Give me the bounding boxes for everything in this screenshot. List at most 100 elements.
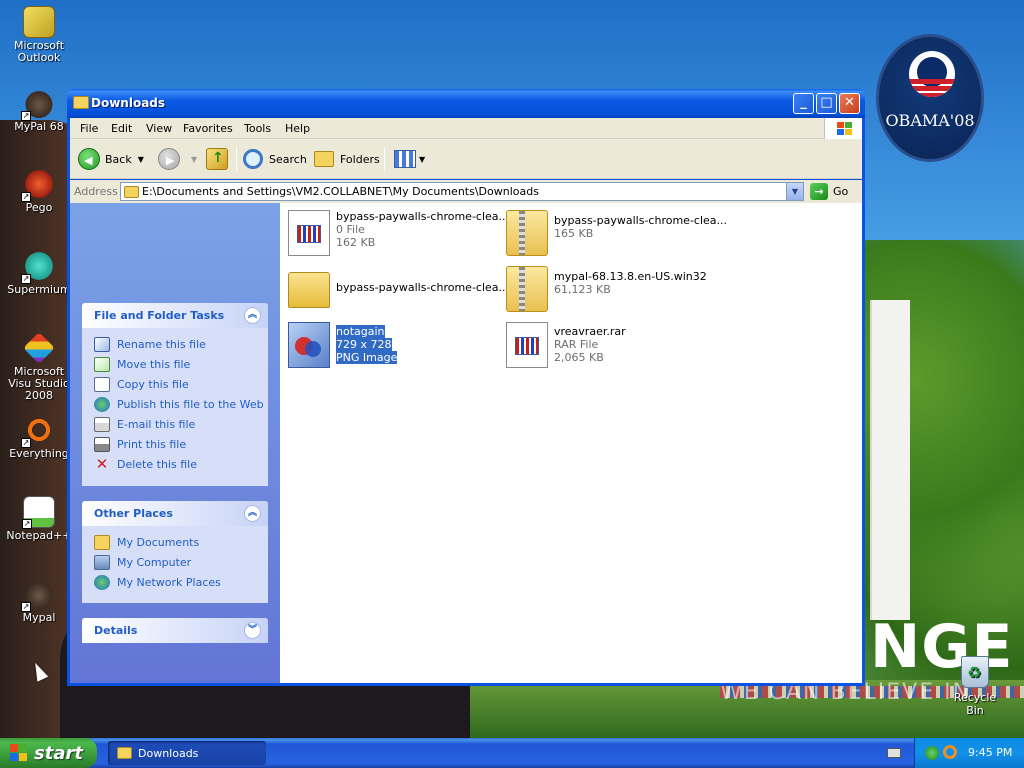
- chevron-down-icon[interactable]: ▼: [138, 155, 144, 164]
- my-documents-link[interactable]: My Documents: [94, 532, 268, 552]
- file-item[interactable]: bypass-paywalls-chrome-clea... 165 KB: [498, 208, 727, 258]
- expand-icon[interactable]: ︾: [244, 622, 261, 639]
- image-file-icon: [288, 322, 330, 368]
- file-item[interactable]: bypass-paywalls-chrome-clea... 0 File 16…: [280, 208, 509, 258]
- delete-file-link[interactable]: ✕ Delete this file: [94, 454, 268, 474]
- desktop-icon-outlook[interactable]: Microsoft Outlook: [1, 6, 77, 64]
- email-file-link[interactable]: E-mail this file: [94, 414, 268, 434]
- desktop-icon-mypal68[interactable]: ↗ MyPal 68: [1, 87, 77, 133]
- file-list: bypass-paywalls-chrome-clea... 0 File 16…: [280, 203, 862, 683]
- collapse-icon[interactable]: ︽: [244, 505, 261, 522]
- my-network-places-link[interactable]: My Network Places: [94, 572, 268, 592]
- menu-edit[interactable]: Edit: [111, 122, 132, 135]
- close-button[interactable]: ✕: [839, 93, 860, 114]
- link-label: Delete this file: [117, 457, 197, 471]
- chevron-down-icon[interactable]: ▼: [419, 155, 425, 164]
- go-button[interactable]: → Go: [810, 183, 848, 200]
- address-dropdown-button[interactable]: ▼: [786, 183, 803, 200]
- my-computer-link[interactable]: My Computer: [94, 552, 268, 572]
- file-info: 165 KB: [554, 227, 594, 240]
- notepad-icon: ↗: [22, 496, 55, 529]
- up-folder-button[interactable]: [206, 146, 228, 172]
- address-input[interactable]: E:\Documents and Settings\VM2.COLLABNET\…: [120, 182, 804, 201]
- network-icon[interactable]: [925, 746, 939, 760]
- rename-file-link[interactable]: Rename this file: [94, 334, 268, 354]
- desktop-icon-mypal[interactable]: ↗ Mypal: [1, 578, 77, 624]
- link-label: My Network Places: [117, 575, 221, 589]
- file-item[interactable]: mypal-68.13.8.en-US.win32 61,123 KB: [498, 264, 713, 314]
- folder-icon: [117, 747, 132, 759]
- menu-tools[interactable]: Tools: [244, 122, 271, 135]
- title-bar[interactable]: Downloads _ □ ✕: [67, 89, 865, 118]
- link-label: Print this file: [117, 437, 187, 451]
- rename-icon: [94, 336, 110, 352]
- desktop-icon-recycle-bin[interactable]: Recycle Bin: [944, 656, 1006, 717]
- raccoon-icon: ↗: [21, 87, 55, 121]
- zip-folder-icon: [506, 210, 548, 256]
- desktop-icon-everything[interactable]: ↗ Everything: [1, 414, 77, 460]
- file-folder-tasks-panel: File and Folder Tasks ︽ Rename this file…: [82, 303, 268, 486]
- folder-icon: [288, 272, 330, 308]
- views-button[interactable]: ▼: [394, 146, 425, 172]
- search-button[interactable]: Search: [243, 146, 307, 172]
- chevron-down-icon[interactable]: ▼: [191, 155, 197, 164]
- file-item[interactable]: vreavraer.rar RAR File 2,065 KB: [498, 320, 713, 370]
- clock[interactable]: 9:45 PM: [968, 746, 1012, 759]
- details-panel: Details ︾: [82, 618, 268, 643]
- go-arrow-icon: →: [810, 183, 828, 200]
- desktop-icon-label: Mypal: [22, 611, 56, 624]
- menu-help[interactable]: Help: [285, 122, 310, 135]
- start-button[interactable]: start: [0, 738, 97, 768]
- other-places-panel: Other Places ︽ My Documents My Computer …: [82, 501, 268, 603]
- go-label: Go: [833, 185, 849, 198]
- file-info: 61,123 KB: [554, 283, 611, 296]
- desktop-icon-pego[interactable]: ↗ Pego: [1, 168, 77, 214]
- move-file-link[interactable]: Move this file: [94, 354, 268, 374]
- back-label: Back: [105, 152, 132, 166]
- menu-view[interactable]: View: [146, 122, 172, 135]
- wallpaper-building: [870, 300, 910, 620]
- collapse-icon[interactable]: ︽: [244, 307, 261, 324]
- back-button[interactable]: ◀ Back ▼: [78, 146, 144, 172]
- forward-button[interactable]: ▶ ▼: [158, 146, 197, 172]
- address-label: Address: [74, 185, 118, 198]
- windows-flag-icon: [10, 744, 28, 762]
- menu-favorites[interactable]: Favorites: [183, 122, 233, 135]
- taskbar-item-downloads[interactable]: Downloads: [108, 741, 266, 765]
- delete-icon: ✕: [95, 454, 109, 473]
- link-label: Publish this file to the Web: [117, 397, 264, 411]
- publish-web-link[interactable]: Publish this file to the Web: [94, 394, 268, 414]
- link-label: Copy this file: [117, 377, 189, 391]
- keyboard-icon[interactable]: [887, 748, 901, 758]
- campaign-logo-icon: [909, 51, 955, 97]
- copy-icon: [94, 376, 110, 392]
- printer-icon: [94, 436, 110, 452]
- panel-header[interactable]: Other Places ︽: [82, 501, 268, 526]
- move-icon: [94, 356, 110, 372]
- campaign-badge-text: OBAMA'08: [885, 111, 975, 130]
- desktop-icon-notepad[interactable]: ↗ Notepad++: [1, 496, 77, 542]
- search-tray-icon[interactable]: [943, 745, 957, 759]
- maximize-button[interactable]: □: [816, 93, 837, 114]
- file-item-selected[interactable]: notagain 729 x 728 PNG Image: [280, 320, 495, 370]
- file-item[interactable]: bypass-paywalls-chrome-clea...: [280, 264, 509, 314]
- address-bar: Address E:\Documents and Settings\VM2.CO…: [70, 180, 862, 203]
- desktop-icon-label: Recycle Bin: [953, 691, 997, 717]
- taskbar: start Downloads 9:45 PM: [0, 738, 1024, 768]
- menu-file[interactable]: File: [80, 122, 98, 135]
- supermium-icon: ↗: [21, 250, 55, 284]
- file-name: bypass-paywalls-chrome-clea...: [336, 281, 510, 294]
- panel-header[interactable]: File and Folder Tasks ︽: [82, 303, 268, 328]
- panel-header[interactable]: Details ︾: [82, 618, 268, 643]
- desktop-icon-visual-studio[interactable]: Microsoft Visu Studio 2008: [1, 332, 77, 402]
- desktop-icon-supermium[interactable]: ↗ Supermium: [1, 250, 77, 296]
- minimize-button[interactable]: _: [793, 93, 814, 114]
- file-icon: [288, 210, 330, 256]
- file-info: 729 x 728: [336, 338, 392, 351]
- folders-button[interactable]: Folders: [314, 146, 380, 172]
- file-name: bypass-paywalls-chrome-clea...: [336, 210, 510, 223]
- copy-file-link[interactable]: Copy this file: [94, 374, 268, 394]
- back-arrow-icon: ◀: [78, 148, 100, 170]
- print-file-link[interactable]: Print this file: [94, 434, 268, 454]
- file-info: RAR File: [554, 338, 599, 351]
